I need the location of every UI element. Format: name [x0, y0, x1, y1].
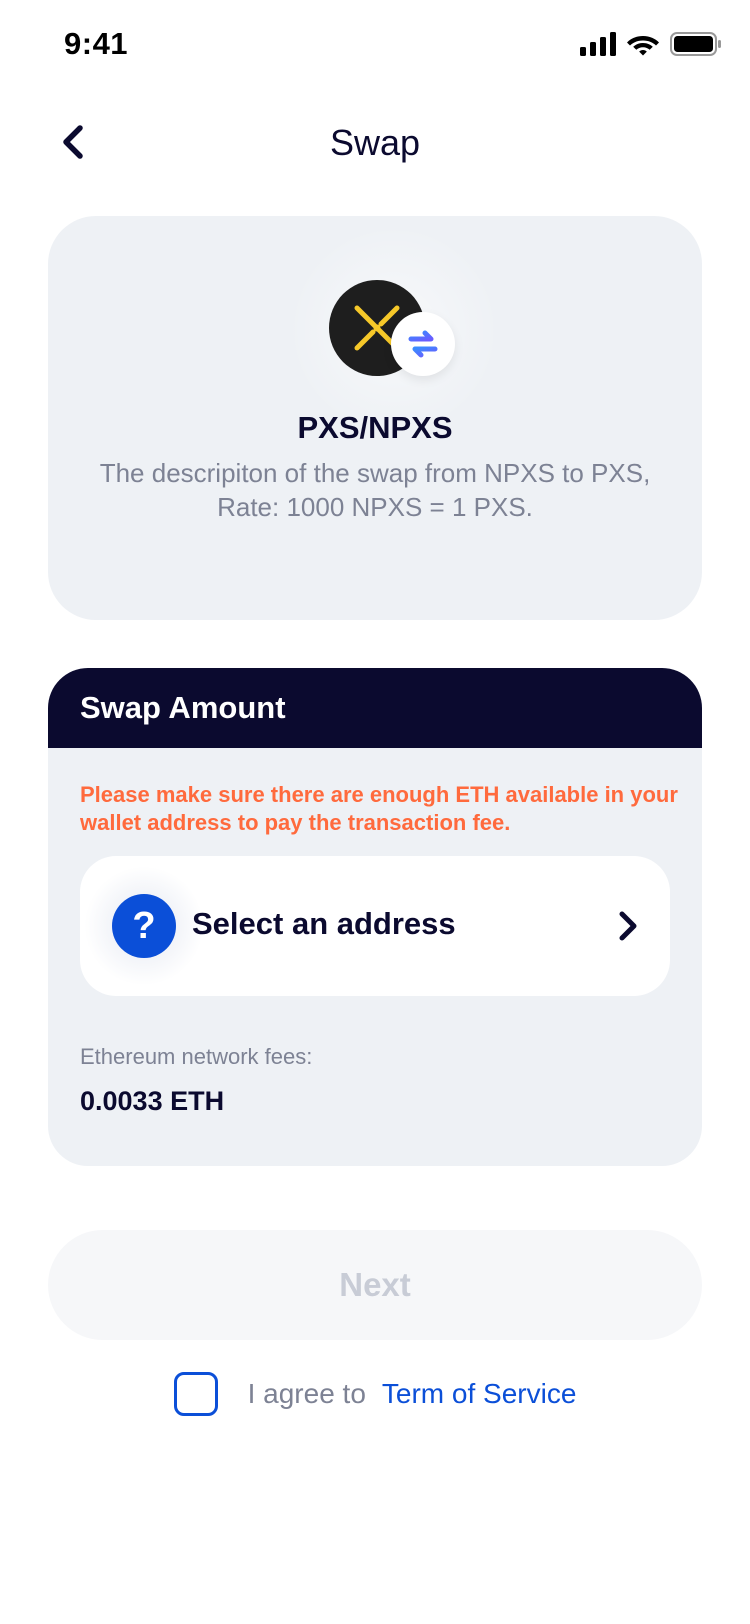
- wifi-icon: [627, 36, 659, 56]
- eth-fee-warning: Please make sure there are enough ETH av…: [80, 782, 678, 835]
- nav-bar: Swap: [0, 100, 750, 188]
- question-icon: ?: [112, 894, 176, 958]
- swap-pair-title: PXS/NPXS: [297, 410, 453, 445]
- swap-amount-heading: Swap Amount: [80, 690, 286, 725]
- terms-of-service-link[interactable]: Term of Service: [382, 1378, 577, 1410]
- network-fees-value: 0.0033 ETH: [80, 1086, 225, 1116]
- cellular-signal-icon: [580, 32, 616, 56]
- swap-info-card: PXS/NPXS The descripiton of the swap fro…: [48, 216, 702, 620]
- network-fees-label: Ethereum network fees:: [80, 1044, 313, 1069]
- status-bar: 9:41: [0, 0, 750, 92]
- swap-description: The descripiton of the swap from NPXS to…: [88, 456, 662, 524]
- status-icons: [580, 32, 722, 56]
- terms-agreement: I agree to Term of Service: [0, 1372, 750, 1416]
- swap-amount-card: Swap Amount Please make sure there are e…: [48, 668, 702, 1166]
- swap-description-text: The descripiton of the swap from NPXS to…: [99, 458, 651, 488]
- select-address-label: Select an address: [192, 906, 456, 941]
- agree-checkbox[interactable]: [173, 1372, 218, 1416]
- battery-icon: [670, 32, 721, 56]
- status-time: 9:41: [64, 26, 129, 61]
- swap-arrows-icon: [391, 312, 455, 376]
- agree-label: I agree to: [247, 1378, 366, 1409]
- select-address-button[interactable]: ? Select an address: [80, 856, 670, 996]
- page-title: Swap: [329, 122, 421, 163]
- swap-token-icons: [279, 230, 509, 430]
- next-button[interactable]: Next: [48, 1230, 702, 1340]
- chevron-right-icon: [612, 910, 644, 942]
- swap-screen: 9:41 Swap PXS/NPXS The descripiton of th…: [0, 0, 750, 1624]
- swap-amount-header: Swap Amount: [48, 668, 702, 748]
- swap-rate-text: Rate: 1000 NPXS = 1 PXS.: [217, 492, 533, 522]
